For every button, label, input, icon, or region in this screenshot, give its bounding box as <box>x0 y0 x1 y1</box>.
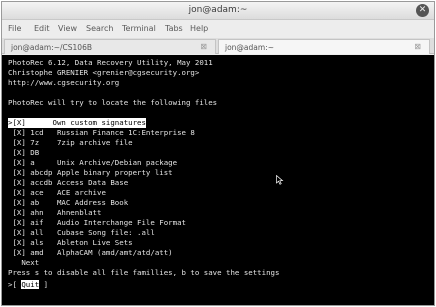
selected-file-type-row[interactable]: >[X] Own custom signatures <box>8 118 146 128</box>
file-type-row[interactable]: [X] 1cd Russian Finance 1C:Enterprise 8 <box>8 128 194 138</box>
quit-prefix: >[ <box>8 280 22 289</box>
menu-terminal[interactable]: Terminal <box>122 24 156 33</box>
menu-search[interactable]: Search <box>86 24 113 33</box>
menu-help[interactable]: Help <box>190 24 208 33</box>
terminal-window: jon@adam:~ ✕ File Edit View Search Termi… <box>1 1 435 306</box>
mouse-pointer-icon <box>276 175 284 185</box>
file-type-row[interactable]: [X] ahn Ahnenblatt <box>8 208 101 218</box>
file-type-row[interactable]: [X] als Ableton Live Sets <box>8 238 132 248</box>
file-type-row[interactable]: [X] all Cubase Song file: .all <box>8 228 154 238</box>
file-type-row[interactable]: [X] DB <box>8 148 39 158</box>
tab-cs106b[interactable]: jon@adam:~/CS106B ⊠ <box>4 39 216 54</box>
website-line: http://www.cgsecurity.org <box>8 78 120 87</box>
quit-button[interactable]: Quit <box>21 280 40 289</box>
title-bar: jon@adam:~ ✕ <box>2 2 434 20</box>
menu-edit[interactable]: Edit <box>34 24 50 33</box>
window-title: jon@adam:~ <box>188 5 248 15</box>
tab-close-icon[interactable]: ⊠ <box>200 42 207 51</box>
menu-bar: File Edit View Search Terminal Tabs Help <box>2 21 434 37</box>
file-type-row[interactable]: [X] ace ACE archive <box>8 188 105 198</box>
tab-label: jon@adam:~/CS106B <box>11 43 92 52</box>
terminal-screen[interactable]: PhotoRec 6.12, Data Recovery Utility, Ma… <box>2 55 434 305</box>
file-type-row[interactable]: [X] amd AlphaCAM (amd/amt/atd/att) <box>8 248 172 258</box>
intro-text: PhotoRec will try to locate the followin… <box>8 98 218 107</box>
file-type-row[interactable]: [X] abcdp Apple binary property list <box>8 168 172 178</box>
next-option[interactable]: Next <box>8 258 39 268</box>
tab-label: jon@adam:~ <box>225 43 274 52</box>
tab-home[interactable]: jon@adam:~ ⊠ <box>218 39 430 54</box>
tab-bar: jon@adam:~/CS106B ⊠ jon@adam:~ ⊠ <box>2 38 434 54</box>
quit-option[interactable]: >[ Quit ] <box>8 280 48 290</box>
tab-close-icon[interactable]: ⊠ <box>414 42 421 51</box>
close-icon[interactable]: ✕ <box>416 4 429 17</box>
program-banner: PhotoRec 6.12, Data Recovery Utility, Ma… <box>8 58 213 67</box>
file-type-row[interactable]: [X] accdb Access Data Base <box>8 178 128 188</box>
file-type-row[interactable]: [X] aif Audio Interchange File Format <box>8 218 186 228</box>
file-type-row[interactable]: [X] ab MAC Address Book <box>8 198 128 208</box>
file-type-row[interactable]: [X] a Unix Archive/Debian package <box>8 158 177 168</box>
menu-tabs[interactable]: Tabs <box>165 24 183 33</box>
file-type-row[interactable]: [X] 7z 7zip archive file <box>8 138 132 148</box>
menu-view[interactable]: View <box>58 24 77 33</box>
menu-file[interactable]: File <box>8 24 21 33</box>
quit-suffix: ] <box>39 280 49 289</box>
author-line: Christophe GRENIER <grenier@cgsecurity.o… <box>8 68 200 77</box>
help-text: Press s to disable all file famillies, b… <box>8 268 280 277</box>
